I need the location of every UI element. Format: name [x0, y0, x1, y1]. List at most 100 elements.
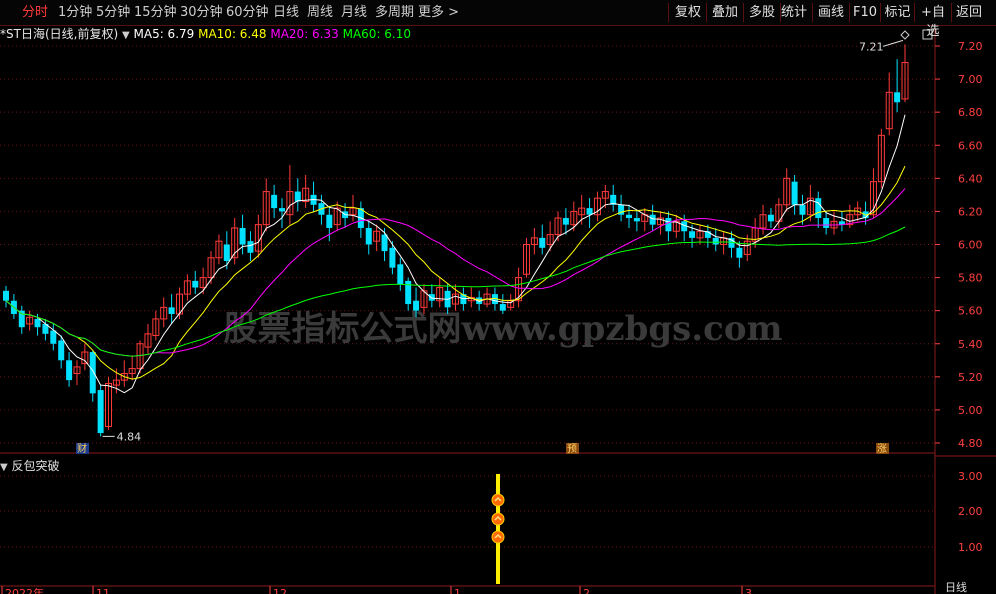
period-tab-60min[interactable]: 60分钟 — [226, 3, 269, 22]
statistics-button[interactable]: 统计 — [776, 3, 812, 22]
candle-body-down — [649, 214, 656, 225]
indicator-name[interactable]: 反包突破 — [12, 459, 60, 473]
indicator-legend: ▼ 反包突破 — [0, 458, 60, 474]
signal-up-icon — [491, 493, 505, 507]
candle-body-down — [50, 330, 57, 344]
candle-body-down — [499, 304, 506, 311]
adjust-button[interactable]: 复权 — [670, 3, 706, 22]
ma10-label: MA10: 6.48 — [198, 27, 267, 41]
ma20-label: MA20: 6.33 — [270, 27, 339, 41]
high-pointer — [882, 39, 904, 47]
ma5-label: MA5: 6.79 — [133, 27, 195, 41]
period-tab-30min[interactable]: 30分钟 — [180, 3, 223, 22]
signal-up-icon — [491, 530, 505, 544]
add-watchlist-button[interactable]: +自选 — [915, 3, 951, 39]
candle-body-down — [66, 360, 73, 381]
candle-body-down — [89, 352, 96, 394]
candle-body-down — [791, 181, 798, 205]
period-tab-1min[interactable]: 1分钟 — [58, 3, 92, 22]
back-button[interactable]: 返回 — [952, 3, 986, 22]
candle-body-down — [326, 214, 333, 228]
period-tab-multi[interactable]: 多周期 — [375, 3, 414, 22]
candle-body-down — [413, 300, 420, 311]
watermark: 股票指标公式网www.gpzbgs.com — [224, 309, 783, 349]
candle-body-down — [689, 231, 696, 238]
signal-bar — [496, 474, 500, 584]
candle-body-down — [736, 247, 743, 258]
signal-up-icon — [491, 512, 505, 526]
candle-body-down — [389, 247, 396, 268]
sub-tick-label: 2.00 — [958, 505, 983, 518]
diamond-icon[interactable] — [900, 30, 910, 40]
price-tick-label: 6.80 — [958, 106, 983, 119]
candle-body-down — [665, 218, 672, 232]
date-tick-label: 2 — [583, 587, 590, 594]
low-price-label: 4.84 — [117, 430, 142, 443]
candle-body-down — [18, 310, 25, 328]
candle-body-down — [562, 218, 569, 225]
candle-body-down — [294, 191, 301, 202]
candle-body-down — [428, 294, 435, 301]
overlay-button[interactable]: 叠加 — [707, 3, 743, 22]
side-info-tab[interactable] — [985, 30, 996, 450]
period-tab-5min[interactable]: 5分钟 — [96, 3, 130, 22]
price-tick-label: 7.20 — [958, 40, 983, 53]
price-tick-label: 5.00 — [958, 404, 983, 417]
period-tab-15min[interactable]: 15分钟 — [134, 3, 177, 22]
multi-stock-button[interactable]: 多股 — [744, 3, 780, 22]
price-tick-label: 6.20 — [958, 205, 983, 218]
candle-body-down — [586, 208, 593, 215]
event-marker-label[interactable]: 涨 — [877, 443, 887, 455]
toolbar: 分时 1分钟 5分钟 15分钟 30分钟 60分钟 日线 周线 月线 多周期 更… — [0, 0, 996, 39]
period-indicator-label: 日线 — [945, 580, 967, 594]
draw-line-button[interactable]: 画线 — [813, 3, 849, 22]
price-tick-label: 6.00 — [958, 239, 983, 252]
ma-legend: *ST日海(日线,前复权) ▼ MA5: 6.79 MA10: 6.48 MA2… — [0, 26, 411, 42]
collapse-icon[interactable]: ▼ — [122, 30, 130, 41]
mark-button[interactable]: 标记 — [881, 3, 914, 22]
sub-tick-label: 1.00 — [958, 541, 983, 554]
candle-body-down — [633, 218, 640, 222]
candle-body-down — [799, 204, 806, 215]
date-tick-label: 1 — [454, 587, 461, 594]
price-tick-label: 5.20 — [958, 371, 983, 384]
price-tick-label: 6.60 — [958, 139, 983, 152]
event-marker-label[interactable]: 财 — [77, 442, 87, 455]
period-tab-monthly[interactable]: 月线 — [341, 3, 367, 22]
candle-body-down — [3, 290, 9, 301]
period-tab-fenshi[interactable]: 分时 — [22, 3, 48, 22]
candle-body-down — [247, 241, 254, 253]
date-tick-label: 3 — [745, 587, 752, 594]
price-tick-label: 5.40 — [958, 338, 983, 351]
period-tab-weekly[interactable]: 周线 — [307, 3, 333, 22]
event-marker-label[interactable]: 预 — [567, 443, 577, 455]
candle-body-down — [815, 198, 822, 219]
candle-body-down — [625, 214, 632, 219]
candle-body-down — [34, 318, 41, 328]
candle-body-down — [97, 390, 104, 434]
candle-body-down — [894, 92, 901, 103]
candle-body-down — [223, 244, 230, 262]
candle-body-down — [271, 194, 278, 209]
candle-body-down — [823, 218, 830, 228]
indicator-collapse-icon[interactable]: ▼ — [0, 462, 8, 473]
high-price-label: 7.21 — [859, 40, 884, 53]
f10-button[interactable]: F10 — [850, 3, 880, 22]
candle-body-down — [397, 264, 404, 285]
period-tab-daily[interactable]: 日线 — [273, 3, 299, 22]
candle-body-down — [381, 234, 388, 252]
date-tick-label: 2022年 — [5, 586, 44, 594]
more-menu-button[interactable]: 更多 > — [418, 3, 459, 22]
candle-body-down — [168, 307, 175, 314]
price-tick-label: 5.80 — [958, 272, 983, 285]
date-tick-label: 12 — [273, 587, 287, 594]
ma60-label: MA60: 6.10 — [342, 27, 412, 41]
candle-body-down — [767, 214, 774, 222]
price-tick-label: 5.60 — [958, 305, 983, 318]
kline-chart[interactable]: 7.20 7.00 6.80 6.60 6.40 6.20 6.00 5.80 5.60 5.40… — [0, 0, 996, 594]
price-tick-label: 7.00 — [958, 73, 983, 86]
candle-body-down — [365, 227, 372, 245]
candle-body-down — [279, 208, 286, 212]
stock-title[interactable]: *ST日海(日线,前复权) — [0, 27, 118, 41]
price-tick-label: 4.80 — [958, 437, 983, 450]
